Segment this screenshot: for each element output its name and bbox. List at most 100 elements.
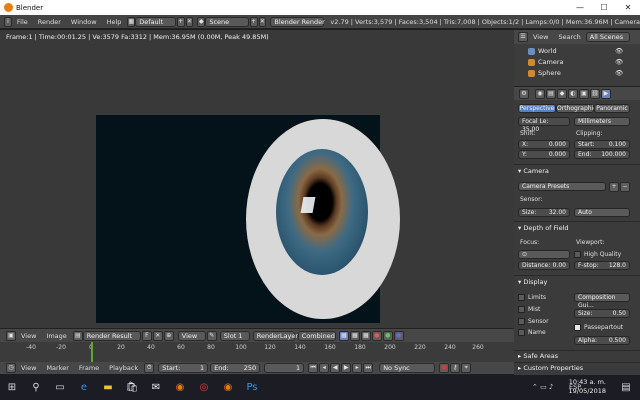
name-checkbox[interactable] [518,329,525,336]
alpha-field[interactable]: Alpha: 0.500 [574,336,630,345]
shift-x-field[interactable]: X: 0.000 [518,140,570,149]
channel-alpha-icon[interactable]: ▦ [349,330,360,341]
display-size-field[interactable]: Size: 0.50 [574,309,630,318]
sensor-fit-select[interactable]: Auto [574,208,630,217]
keying-set-icon[interactable]: ⚷ [450,363,461,373]
blender-taskbar-icon-2[interactable]: ◉ [216,375,240,400]
camera-section-header[interactable]: ▾ Camera [518,167,549,175]
paint-mode-icon[interactable]: ✎ [206,330,217,341]
limits-checkbox[interactable] [518,294,525,301]
menu-window[interactable]: Window [66,18,102,26]
current-frame-field[interactable]: 1 [264,363,305,373]
edge-browser-icon[interactable]: e [72,375,96,400]
outliner-item-world[interactable]: World [528,47,557,55]
clip-start-field[interactable]: Start: 0.100 [574,140,630,149]
screen-layout-icon[interactable]: ▦ [127,16,136,27]
timeline-menu-view[interactable]: View [16,364,41,372]
object-tab-icon[interactable]: ▣ [579,89,589,99]
close-button[interactable]: ✕ [616,0,640,15]
properties-editor-icon[interactable]: ⚙ [519,89,529,99]
render-engine-select[interactable]: Blender Render [270,16,325,27]
menu-view[interactable]: View [16,332,41,340]
custom-properties-section-header[interactable]: ▸ Custom Properties [518,364,583,372]
file-explorer-icon[interactable]: ▬ [96,375,120,400]
composition-guides-select[interactable]: Composition Gui... [574,293,630,309]
menu-file[interactable]: File [12,18,33,26]
visibility-eye-icon[interactable]: 👁 [615,47,623,55]
maximize-button[interactable]: ☐ [592,0,616,15]
sync-mode-select[interactable]: No Sync [379,363,436,373]
safe-areas-section-header[interactable]: ▸ Safe Areas [518,352,558,360]
outliner-filter-select[interactable]: All Scenes [585,32,630,42]
lens-unit-select[interactable]: Millimeters [574,117,630,126]
info-editor-type-icon[interactable]: i [4,16,12,27]
menu-help[interactable]: Help [102,18,127,26]
outliner-menu-view[interactable]: View [528,33,553,41]
tab-orthographic[interactable]: Orthographic [556,104,597,113]
sensor-checkbox[interactable] [518,318,525,325]
windows-start-icon[interactable]: ⊞ [0,375,24,400]
pin-icon[interactable]: ⊕ [163,330,174,341]
render-tab-icon[interactable]: ◉ [535,89,545,99]
remove-scene-button[interactable]: ✕ [258,16,267,27]
jump-end-icon[interactable]: ⏭ [363,363,374,373]
passepartout-checkbox[interactable] [574,324,581,331]
menu-image[interactable]: Image [41,332,71,340]
render-pass-select[interactable]: Combined [297,330,336,341]
focus-object-field[interactable]: ⊙ [518,250,570,259]
next-key-icon[interactable]: ▸ [352,363,363,373]
system-tray-icons[interactable]: ⌃ ▭ ♪ [532,383,553,391]
channel-r-icon[interactable]: ● [371,330,382,341]
scene-icon[interactable]: ◆ [197,16,206,27]
taskbar-clock[interactable]: 10:43 a. m. 19/05/2018 [569,378,606,396]
end-frame-field[interactable]: End: 250 [210,363,261,373]
high-quality-checkbox[interactable] [574,251,581,258]
preview-range-icon[interactable]: ⏱ [144,363,155,373]
menu-render[interactable]: Render [33,18,66,26]
mist-checkbox[interactable] [518,306,525,313]
outliner-menu-search[interactable]: Search [553,33,585,41]
play-icon[interactable]: ▶ [341,363,352,373]
clip-end-field[interactable]: End: 100.000 [574,150,630,159]
photoshop-icon[interactable]: Ps [240,375,264,400]
channel-z-icon[interactable]: ▦ [360,330,371,341]
timeline-menu-playback[interactable]: Playback [104,364,143,372]
blender-taskbar-icon[interactable]: ◉ [168,375,192,400]
camera-data-tab-icon[interactable]: ▶ [601,89,611,99]
play-reverse-icon[interactable]: ◀ [330,363,341,373]
editor-type-icon[interactable]: ▣ [6,330,16,341]
remove-preset-button[interactable]: − [620,182,630,192]
outliner-item-sphere[interactable]: Sphere [528,69,561,77]
visibility-eye-icon[interactable]: 👁 [615,69,623,77]
minimize-button[interactable]: — [568,0,592,15]
tab-perspective[interactable]: Perspective [518,104,556,113]
image-browse-icon[interactable]: ▤ [72,330,83,341]
visibility-eye-icon[interactable]: 👁 [615,58,623,66]
fake-user-button[interactable]: F [141,330,152,341]
scene-tab-icon[interactable]: ◆ [557,89,567,99]
notifications-icon[interactable]: ▤ [614,375,638,400]
channel-g-icon[interactable]: ● [382,330,393,341]
fstop-field[interactable]: F-stop: 128.0 [574,261,630,270]
image-name-field[interactable]: Render Result [82,330,141,341]
screen-layout-field[interactable]: Default [135,16,176,27]
store-icon[interactable]: 🛍 [120,375,144,400]
timeline-ruler[interactable]: -40 -20 0 20 40 60 80 100 120 140 160 18… [0,342,514,362]
camera-presets-select[interactable]: Camera Presets [518,182,606,191]
display-section-header[interactable]: ▾ Display [518,278,547,286]
slot-select[interactable]: Slot 1 [219,330,250,341]
jump-start-icon[interactable]: ⏮ [308,363,319,373]
unlink-image-button[interactable]: ✕ [152,330,163,341]
constraints-tab-icon[interactable]: ⛓ [590,89,600,99]
timeline-editor-icon[interactable]: ◷ [6,363,16,373]
playhead[interactable] [91,342,93,362]
task-view-icon[interactable]: ▭ [48,375,72,400]
focus-distance-field[interactable]: Distance: 0.00 [518,261,570,270]
mail-icon[interactable]: ✉ [144,375,168,400]
outliner-item-camera[interactable]: Camera [528,58,564,66]
dof-section-header[interactable]: ▾ Depth of Field [518,224,569,232]
render-layer-select[interactable]: RenderLayer [252,330,298,341]
record-icon[interactable]: ● [439,363,450,373]
chrome-icon[interactable]: ◎ [192,375,216,400]
sensor-size-field[interactable]: Size: 32.00 [518,208,570,217]
